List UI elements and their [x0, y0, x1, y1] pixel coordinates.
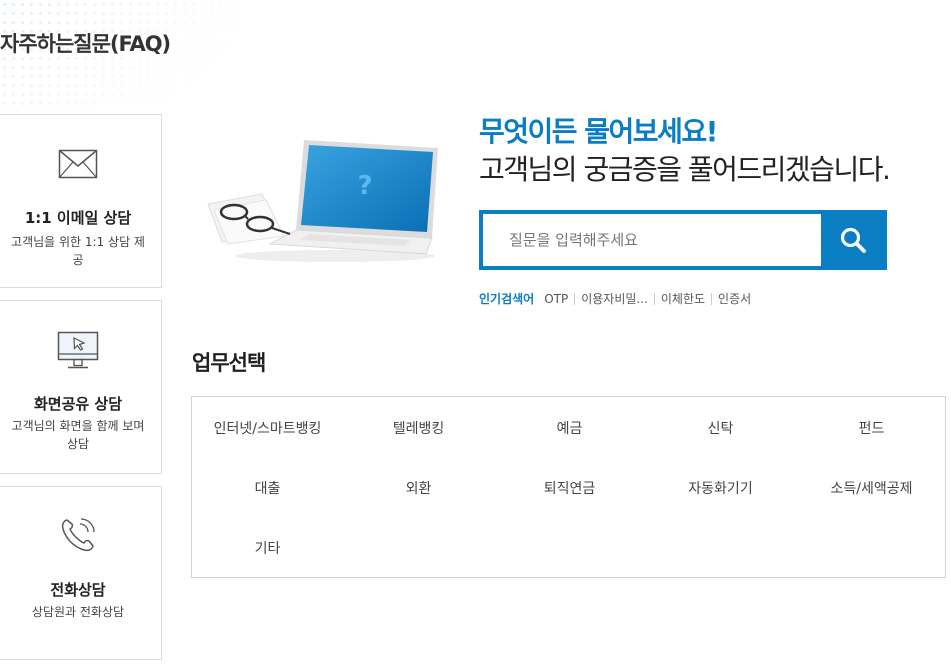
- card-title: 화면공유 상담: [33, 395, 123, 413]
- page-title: 자주하는질문(FAQ): [0, 32, 171, 56]
- screen-share-consult-card[interactable]: 화면공유 상담 고객님의 화면을 함께 보며 상담: [0, 300, 162, 474]
- hero-subline: 고객님의 궁금증을 풀어드리겠습니다.: [479, 153, 891, 186]
- category-link[interactable]: 대출: [192, 478, 343, 498]
- category-link[interactable]: 퇴직연금: [494, 478, 645, 498]
- category-link[interactable]: 외환: [343, 478, 494, 498]
- envelope-icon: [0, 149, 161, 179]
- search-box: [479, 210, 887, 270]
- card-title: 전화상담: [50, 581, 106, 599]
- popular-keyword-link[interactable]: OTP: [544, 293, 574, 305]
- business-category-grid: 인터넷/스마트뱅킹 텔레뱅킹 예금 신탁 펀드 대출 외환 퇴직연금 자동화기기…: [191, 396, 946, 578]
- search-button[interactable]: [821, 213, 884, 267]
- category-link[interactable]: 텔레뱅킹: [343, 418, 494, 438]
- phone-icon: [0, 515, 161, 555]
- phone-consult-card[interactable]: 전화상담 상담원과 전화상담: [0, 486, 162, 660]
- search-icon: [840, 227, 866, 253]
- popular-keywords-label: 인기검색어: [479, 292, 535, 306]
- card-description: 고객님을 위한 1:1 상담 제공: [11, 235, 145, 267]
- category-link[interactable]: 예금: [494, 418, 645, 438]
- card-description: 상담원과 전화상담: [31, 605, 125, 619]
- category-link[interactable]: 기타: [192, 538, 343, 558]
- category-link[interactable]: 자동화기기: [645, 478, 796, 498]
- card-title: 1:1 이메일 상담: [24, 209, 132, 227]
- category-link[interactable]: 펀드: [796, 418, 947, 438]
- email-consult-card[interactable]: 1:1 이메일 상담 고객님을 위한 1:1 상담 제공: [0, 114, 162, 288]
- popular-keywords: 인기검색어 OTP 이용자비밀... 이체한도 인증서: [479, 290, 757, 307]
- svg-text:?: ?: [357, 171, 372, 201]
- category-link[interactable]: 신탁: [645, 418, 796, 438]
- popular-keyword-link[interactable]: 이용자비밀...: [574, 292, 654, 305]
- monitor-cursor-icon: [0, 331, 161, 371]
- category-link[interactable]: 인터넷/스마트뱅킹: [192, 418, 343, 438]
- search-input[interactable]: [483, 214, 823, 266]
- category-link[interactable]: 소득/세액공제: [796, 478, 947, 498]
- popular-keyword-link[interactable]: 이체한도: [653, 292, 711, 305]
- laptop-illustration: ?: [200, 130, 440, 274]
- card-description: 고객님의 화면을 함께 보며 상담: [11, 419, 145, 451]
- business-section-title: 업무선택: [192, 351, 266, 375]
- hero-headline: 무엇이든 물어보세요!: [479, 115, 718, 148]
- popular-keyword-link[interactable]: 인증서: [711, 292, 757, 305]
